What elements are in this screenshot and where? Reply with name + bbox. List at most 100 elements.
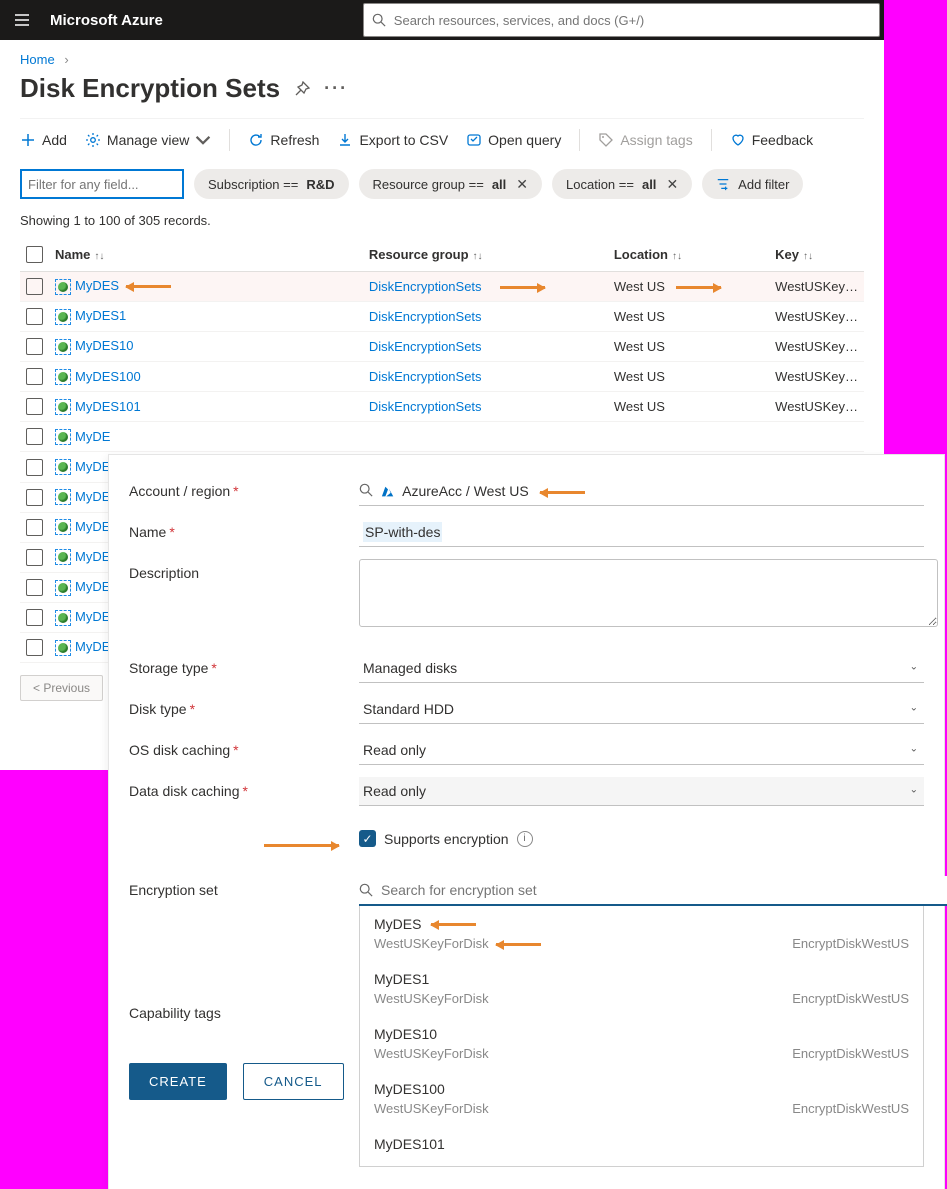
row-checkbox[interactable] bbox=[26, 368, 43, 385]
row-checkbox[interactable] bbox=[26, 519, 43, 536]
filter-input[interactable] bbox=[20, 169, 184, 199]
info-icon[interactable]: i bbox=[517, 831, 533, 847]
disk-type-select[interactable]: Standard HDD⌄ bbox=[359, 695, 924, 724]
row-rg-link[interactable]: DiskEncryptionSets bbox=[369, 309, 482, 324]
col-loc[interactable]: Location↑↓ bbox=[608, 238, 769, 272]
row-checkbox[interactable] bbox=[26, 278, 43, 295]
row-name-link[interactable]: MyDE bbox=[75, 549, 110, 564]
open-query-button[interactable]: Open query bbox=[466, 132, 561, 148]
add-button[interactable]: Add bbox=[20, 132, 67, 148]
row-checkbox[interactable] bbox=[26, 338, 43, 355]
row-checkbox[interactable] bbox=[26, 398, 43, 415]
feedback-button[interactable]: Feedback bbox=[730, 132, 813, 148]
chevron-down-icon: ⌄ bbox=[910, 703, 918, 714]
col-name[interactable]: Name↑↓ bbox=[49, 238, 363, 272]
row-rg-link[interactable]: DiskEncryptionSets bbox=[369, 339, 482, 354]
os-cache-select[interactable]: Read only⌄ bbox=[359, 736, 924, 765]
pill-subscription[interactable]: Subscription == R&D bbox=[194, 169, 349, 199]
pin-icon[interactable] bbox=[294, 73, 310, 104]
close-icon[interactable]: ✕ bbox=[666, 176, 678, 193]
download-icon bbox=[337, 132, 353, 148]
pill-resource-group[interactable]: Resource group == all ✕ bbox=[359, 169, 543, 199]
account-region-label: Account / region* bbox=[129, 477, 339, 499]
dropdown-option[interactable]: MyDES100WestUSKeyForDiskEncryptDiskWestU… bbox=[360, 1071, 923, 1126]
table-row[interactable]: MyDE bbox=[20, 422, 864, 452]
row-checkbox[interactable] bbox=[26, 489, 43, 506]
row-name-link[interactable]: MyDES101 bbox=[75, 399, 141, 414]
option-name: MyDES10 bbox=[374, 1026, 437, 1042]
pill-rg-label: Resource group == bbox=[373, 177, 484, 192]
storage-type-select[interactable]: Managed disks⌄ bbox=[359, 654, 924, 683]
azure-icon bbox=[381, 485, 395, 499]
row-location: West US bbox=[608, 362, 769, 392]
row-name-link[interactable]: MyDES100 bbox=[75, 369, 141, 384]
previous-button[interactable]: < Previous bbox=[20, 675, 103, 701]
breadcrumb-home[interactable]: Home bbox=[20, 52, 55, 67]
hamburger-menu-button[interactable] bbox=[0, 0, 44, 40]
row-checkbox[interactable] bbox=[26, 579, 43, 596]
table-row[interactable]: MyDES101DiskEncryptionSetsWest USWestUSK… bbox=[20, 392, 864, 422]
supports-encryption-checkbox[interactable]: ✓ bbox=[359, 830, 376, 847]
dropdown-option[interactable]: MyDES1WestUSKeyForDiskEncryptDiskWestUS bbox=[360, 961, 923, 1016]
row-name-link[interactable]: MyDES1 bbox=[75, 308, 126, 323]
row-rg-link[interactable]: DiskEncryptionSets bbox=[369, 399, 482, 414]
export-csv-button[interactable]: Export to CSV bbox=[337, 132, 448, 148]
row-rg-link[interactable]: DiskEncryptionSets bbox=[369, 279, 482, 294]
cancel-button[interactable]: CANCEL bbox=[243, 1063, 344, 1100]
col-rg[interactable]: Resource group↑↓ bbox=[363, 238, 608, 272]
close-icon[interactable]: ✕ bbox=[516, 176, 528, 193]
encryption-set-search[interactable] bbox=[359, 876, 947, 906]
row-checkbox[interactable] bbox=[26, 428, 43, 445]
query-icon bbox=[466, 132, 482, 148]
pill-location[interactable]: Location == all ✕ bbox=[552, 169, 692, 199]
dropdown-option[interactable]: MyDES101 bbox=[360, 1126, 923, 1166]
create-panel: Account / region* AzureAcc / West US Nam… bbox=[108, 454, 945, 1189]
option-name: MyDES101 bbox=[374, 1136, 445, 1152]
pill-add-filter[interactable]: Add filter bbox=[702, 169, 803, 199]
row-name-link[interactable]: MyDE bbox=[75, 579, 110, 594]
data-cache-select[interactable]: Read only⌄ bbox=[359, 777, 924, 806]
description-textarea[interactable] bbox=[359, 559, 938, 627]
global-search-input[interactable] bbox=[392, 12, 871, 29]
row-name-link[interactable]: MyDE bbox=[75, 489, 110, 504]
table-row[interactable]: MyDES DiskEncryptionSets West US WestUSK… bbox=[20, 272, 864, 302]
global-search[interactable] bbox=[363, 3, 880, 37]
row-checkbox[interactable] bbox=[26, 639, 43, 656]
row-checkbox[interactable] bbox=[26, 308, 43, 325]
row-checkbox[interactable] bbox=[26, 549, 43, 566]
row-name-link[interactable]: MyDE bbox=[75, 609, 110, 624]
option-vault: EncryptDiskWestUS bbox=[792, 1101, 909, 1116]
dropdown-option[interactable]: MyDESWestUSKeyForDisk EncryptDiskWestUS bbox=[360, 906, 923, 961]
name-field[interactable]: SP-with-des bbox=[359, 518, 924, 547]
create-button[interactable]: CREATE bbox=[129, 1063, 227, 1100]
row-rg-link[interactable]: DiskEncryptionSets bbox=[369, 369, 482, 384]
row-checkbox[interactable] bbox=[26, 609, 43, 626]
row-name-link[interactable]: MyDE bbox=[75, 459, 110, 474]
table-row[interactable]: MyDES10DiskEncryptionSetsWest USWestUSKe… bbox=[20, 332, 864, 362]
refresh-button[interactable]: Refresh bbox=[248, 132, 319, 148]
chevron-down-icon: ⌄ bbox=[910, 785, 918, 796]
row-name-link[interactable]: MyDES10 bbox=[75, 338, 134, 353]
manage-view-label: Manage view bbox=[107, 132, 190, 148]
row-name-link[interactable]: MyDE bbox=[75, 429, 110, 444]
dropdown-option[interactable]: MyDES10WestUSKeyForDiskEncryptDiskWestUS bbox=[360, 1016, 923, 1071]
table-row[interactable]: MyDES100 DiskEncryptionSets West USWestUSK… bbox=[20, 362, 864, 392]
command-bar: Add Manage view Refresh Export to CSV bbox=[20, 118, 864, 151]
row-key: WestUSKey… bbox=[769, 362, 864, 392]
account-region-field[interactable]: AzureAcc / West US bbox=[359, 477, 924, 506]
row-name-link[interactable]: MyDE bbox=[75, 639, 110, 654]
row-key: WestUSKey… bbox=[769, 302, 864, 332]
row-name-link[interactable]: MyDE bbox=[75, 519, 110, 534]
filter-icon bbox=[716, 177, 730, 191]
table-row[interactable]: MyDES1DiskEncryptionSetsWest USWestUSKey… bbox=[20, 302, 864, 332]
row-name-link[interactable]: MyDES bbox=[75, 278, 119, 293]
disk-encryption-set-icon bbox=[55, 519, 71, 535]
row-key: WestUSKey… bbox=[769, 332, 864, 362]
col-key[interactable]: Key↑↓ bbox=[769, 238, 864, 272]
row-checkbox[interactable] bbox=[26, 459, 43, 476]
manage-view-button[interactable]: Manage view bbox=[85, 132, 212, 148]
select-all-checkbox[interactable] bbox=[26, 246, 43, 263]
option-key: WestUSKeyForDisk bbox=[374, 1046, 489, 1061]
data-cache-label: Data disk caching* bbox=[129, 777, 339, 799]
more-icon[interactable]: ··· bbox=[324, 78, 348, 99]
